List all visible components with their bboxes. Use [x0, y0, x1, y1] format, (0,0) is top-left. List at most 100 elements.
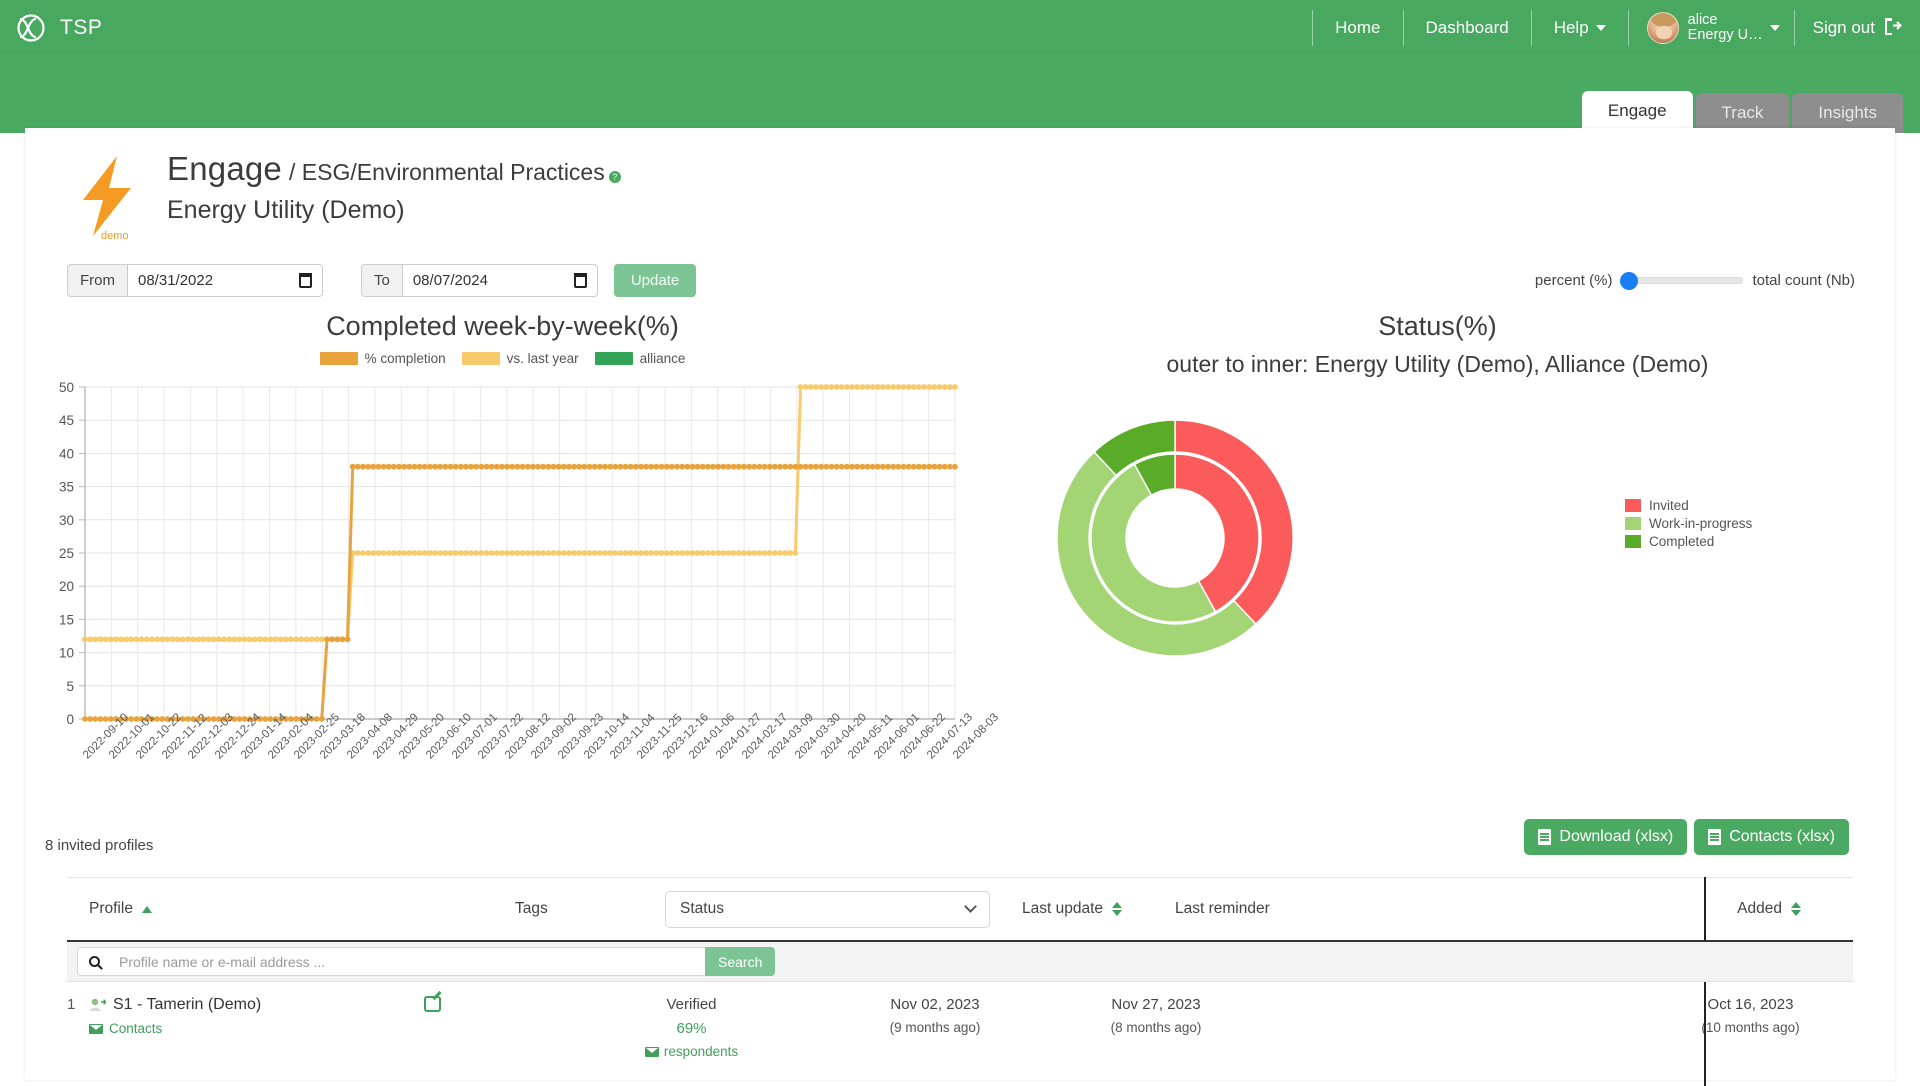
legend-swatch	[1625, 499, 1641, 512]
sort-icon	[1791, 902, 1801, 916]
svg-text:20: 20	[59, 579, 74, 594]
search-input[interactable]: Profile name or e-mail address ...	[110, 947, 705, 976]
column-header-profile[interactable]: Profile	[67, 900, 515, 918]
row-last-reminder-date: Nov 27, 2023	[1111, 996, 1201, 1013]
slider-right-label: total count (Nb)	[1752, 272, 1855, 289]
column-header-tags[interactable]: Tags	[515, 900, 665, 918]
top-navbar: TSP Home Dashboard Help alice Energy U… …	[0, 0, 1920, 55]
row-added-date: Oct 16, 2023	[1707, 996, 1794, 1013]
slider-left-label: percent (%)	[1534, 272, 1613, 289]
charts-area: Completed week-by-week(%) % completion v…	[25, 297, 1895, 831]
from-label: From	[67, 264, 127, 297]
avatar	[1646, 11, 1679, 44]
row-tags-cell	[424, 996, 539, 1056]
row-profile-name[interactable]: S1 - Tamerin (Demo)	[89, 996, 424, 1014]
download-xlsx-label: Download (xlsx)	[1559, 828, 1674, 845]
row-last-reminder-relative: (8 months ago)	[1110, 1020, 1202, 1035]
status-filter-select[interactable]: Status	[665, 890, 990, 928]
percent-count-slider[interactable]	[1620, 272, 1744, 290]
user-menu-labels: alice Energy U…	[1688, 12, 1763, 43]
line-chart-svg: 0 5 10 15 20 25 30 35 40 45 50	[59, 380, 958, 727]
navbar-right: Home Dashboard Help alice Energy U… Sign…	[1312, 8, 1902, 48]
calendar-icon[interactable]	[299, 273, 312, 288]
download-xlsx-button[interactable]: Download (xlsx)	[1524, 819, 1688, 855]
nav-link-help[interactable]: Help	[1532, 10, 1628, 46]
legend-item-last-year[interactable]: vs. last year	[461, 351, 579, 366]
line-chart-legend: % completion vs. last year alliance	[25, 351, 980, 366]
help-badge-icon[interactable]: ?	[608, 171, 621, 183]
update-button[interactable]: Update	[613, 264, 697, 297]
tab-engage[interactable]: Engage	[1581, 91, 1693, 133]
chevron-down-icon	[964, 900, 977, 913]
sign-out-label: Sign out	[1812, 17, 1875, 37]
legend-item-wip[interactable]: Work-in-progress	[1625, 516, 1752, 531]
document-icon	[1708, 829, 1722, 845]
legend-swatch	[594, 352, 633, 365]
line-chart-x-axis: 2022-09-10 2022-10-01 2022-10-22 2022-11-12…	[25, 711, 1001, 831]
column-header-last-reminder[interactable]: Last reminder	[1175, 900, 1435, 918]
edit-tags-icon[interactable]	[424, 996, 441, 1012]
from-date-input[interactable]: 08/31/2022	[127, 264, 323, 297]
nav-link-dashboard[interactable]: Dashboard	[1404, 10, 1531, 46]
chevron-down-icon	[1769, 24, 1780, 31]
percent-count-toggle: percent (%) total count (Nb)	[1534, 272, 1895, 290]
row-status-percent: 69%	[676, 1020, 707, 1037]
table-search-bar: Profile name or e-mail address ... Searc…	[67, 940, 1853, 982]
brand-name: TSP	[60, 15, 103, 39]
to-date-input[interactable]: 08/07/2024	[401, 264, 598, 297]
breadcrumb: / ESG/Environmental Practices	[288, 159, 605, 185]
legend-item-completion[interactable]: % completion	[319, 351, 446, 366]
tab-insights[interactable]: Insights	[1792, 93, 1903, 133]
column-header-last-reminder-label: Last reminder	[1175, 900, 1270, 917]
line-chart-title: Completed week-by-week(%)	[326, 311, 679, 341]
row-respondents-link[interactable]: respondents	[539, 1037, 844, 1062]
from-date-value: 08/31/2022	[138, 272, 214, 289]
nav-link-help-label: Help	[1553, 17, 1589, 37]
column-header-last-update-label: Last update	[1022, 900, 1104, 917]
slider-knob[interactable]	[1620, 272, 1639, 290]
row-contacts-link[interactable]: Contacts	[89, 1021, 424, 1036]
search-box: Profile name or e-mail address ... Searc…	[77, 947, 776, 976]
sign-out-button[interactable]: Sign out	[1795, 16, 1902, 39]
to-label: To	[361, 264, 402, 297]
sign-out-icon	[1883, 16, 1902, 39]
search-button[interactable]: Search	[705, 947, 776, 976]
sort-ascending-icon	[141, 905, 152, 913]
tab-bar: Engage Track Insights	[1581, 91, 1903, 133]
row-last-update-date: Nov 02, 2023	[890, 996, 980, 1013]
legend-swatch	[319, 352, 358, 365]
column-header-last-update[interactable]: Last update	[990, 900, 1175, 918]
legend-label: vs. last year	[506, 351, 579, 366]
user-menu[interactable]: alice Energy U…	[1629, 11, 1794, 44]
line-chart-panel: Completed week-by-week(%) % completion v…	[25, 303, 1001, 831]
profile-group-icon	[89, 998, 107, 1012]
line-chart-plot: 0 5 10 15 20 25 30 35 40 45 50	[25, 379, 980, 751]
legend-item-completed[interactable]: Completed	[1625, 534, 1752, 549]
table-row[interactable]: 1 S1 - Tamerin (Demo) Contacts Verified …	[67, 982, 1853, 1086]
legend-item-alliance[interactable]: alliance	[594, 351, 685, 366]
tab-track[interactable]: Track	[1695, 93, 1790, 133]
donut-chart-legend: Invited Work-in-progress Completed	[1625, 498, 1752, 552]
legend-swatch	[1625, 535, 1641, 548]
status-filter-value: Status	[680, 900, 724, 917]
row-added-cell: Oct 16, 2023 (10 months ago)	[1648, 996, 1853, 1056]
page-header: demo Engage / ESG/Environmental Practice…	[25, 128, 1895, 246]
brand[interactable]: TSP	[14, 11, 102, 45]
tab-band: Engage Track Insights	[0, 55, 1920, 133]
row-profile-cell: S1 - Tamerin (Demo) Contacts	[89, 996, 424, 1056]
to-date-value: 08/07/2024	[412, 272, 488, 289]
envelope-icon	[644, 1046, 659, 1057]
calendar-icon[interactable]	[573, 273, 587, 288]
bolt-demo-caption: demo	[101, 230, 129, 242]
nav-link-home[interactable]: Home	[1313, 10, 1402, 46]
legend-item-invited[interactable]: Invited	[1625, 498, 1752, 513]
row-last-update-relative: (9 months ago)	[889, 1020, 981, 1035]
row-status-cell: Verified 69% respondents	[539, 996, 844, 1059]
column-header-added[interactable]: Added	[1737, 900, 1853, 918]
row-respondents-label: respondents	[663, 1044, 739, 1059]
contacts-xlsx-button[interactable]: Contacts (xlsx)	[1694, 819, 1849, 855]
legend-swatch	[461, 352, 500, 365]
row-index: 1	[67, 996, 76, 1013]
summary-row: 8 invited profiles Download (xlsx) Conta…	[25, 819, 1895, 877]
contacts-xlsx-label: Contacts (xlsx)	[1729, 828, 1835, 845]
